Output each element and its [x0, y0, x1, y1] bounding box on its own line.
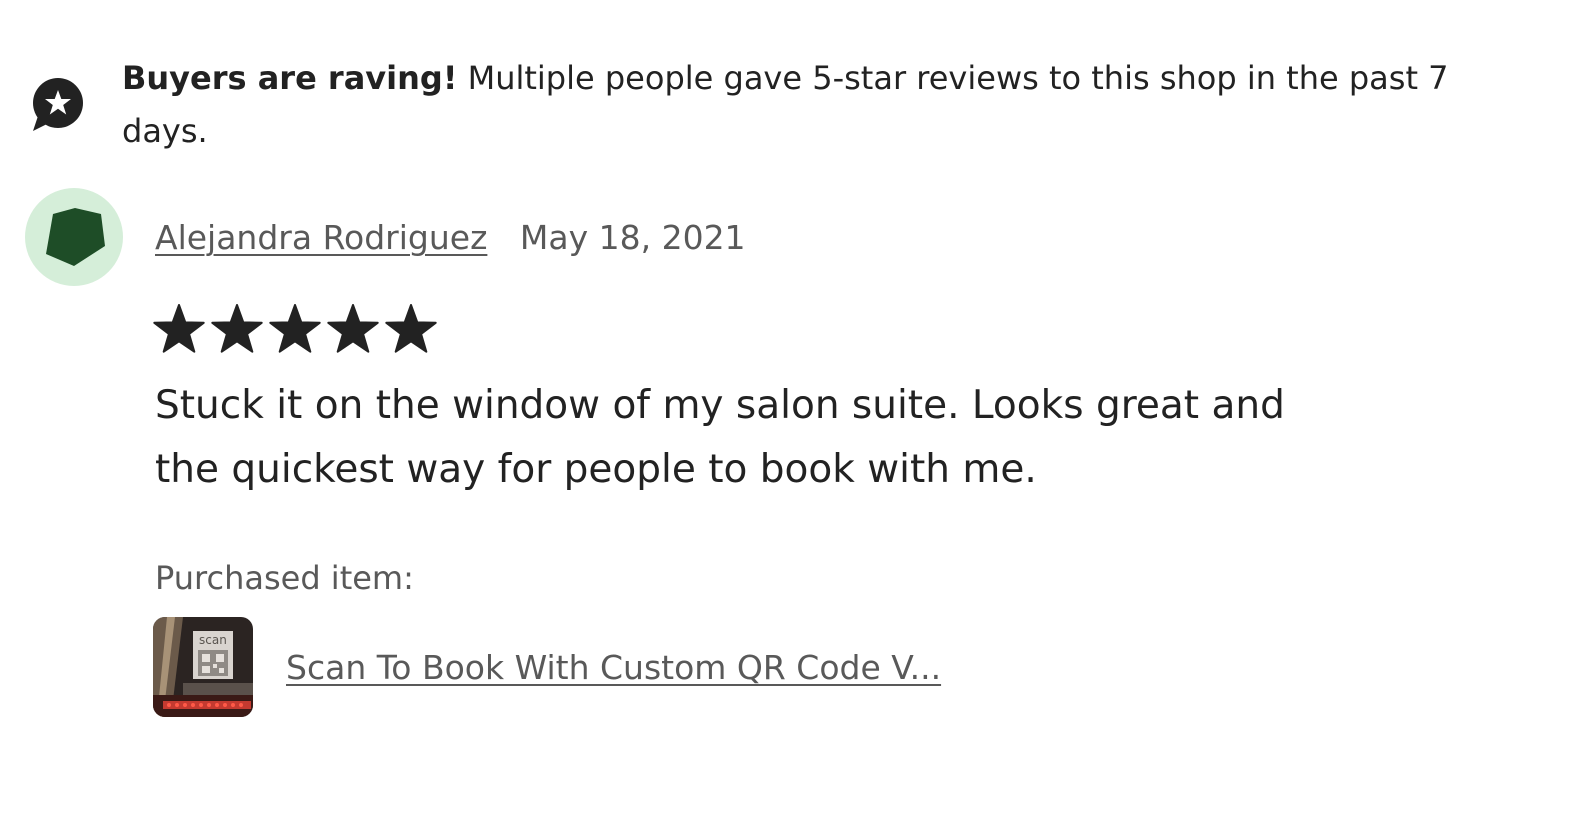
star-icon: [269, 304, 321, 353]
reviewer-name-link[interactable]: Alejandra Rodriguez: [155, 218, 487, 257]
star-icon: [327, 304, 379, 353]
item-title-link[interactable]: Scan To Book With Custom QR Code V...: [286, 648, 941, 687]
star-speech-bubble-icon: [30, 76, 86, 132]
purchased-item-label: Purchased item:: [155, 559, 414, 597]
star-icon: [211, 304, 263, 353]
banner-bold-text: Buyers are raving!: [122, 59, 458, 97]
review-date: May 18, 2021: [519, 218, 746, 257]
item-thumbnail-text: scan: [199, 633, 227, 647]
star-rating: [153, 303, 437, 355]
star-icon: [153, 304, 205, 353]
star-icon: [385, 304, 437, 353]
review-text: Stuck it on the window of my salon suite…: [155, 383, 1285, 492]
pentagon-avatar-icon: [46, 208, 105, 266]
reviewer-info: Alejandra Rodriguez May 18, 2021: [155, 213, 746, 263]
reviews-banner: Buyers are raving! Multiple people gave …: [30, 52, 1560, 158]
item-thumbnail[interactable]: scan: [153, 617, 253, 717]
banner-message: Buyers are raving! Multiple people gave …: [122, 52, 1522, 158]
purchased-item: scan Scan To Book With Custom QR Code V.…: [153, 617, 941, 717]
avatar[interactable]: [25, 188, 123, 286]
